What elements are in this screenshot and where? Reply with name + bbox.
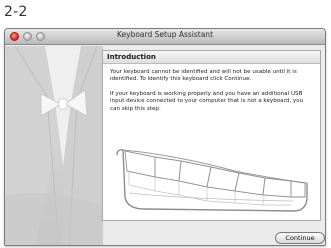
continue-button[interactable]: Continue <box>275 232 325 244</box>
content-panel: Introduction Your keyboard cannot be ide… <box>102 50 321 221</box>
tuxedo-side-illustration <box>5 45 103 245</box>
keyboard-illustration <box>116 149 308 212</box>
title-bar: Keyboard Setup Assistant <box>5 29 325 45</box>
skip-paragraph: If your keyboard is working properly and… <box>110 91 304 112</box>
panel-heading: Introduction <box>103 51 320 64</box>
setup-assistant-window: Keyboard Setup Assistant Introduction Yo… <box>4 28 326 246</box>
figure-caption: 2-2 <box>4 4 28 20</box>
window-title: Keyboard Setup Assistant <box>116 30 214 39</box>
intro-paragraph: Your keyboard cannot be identified and w… <box>110 69 297 83</box>
